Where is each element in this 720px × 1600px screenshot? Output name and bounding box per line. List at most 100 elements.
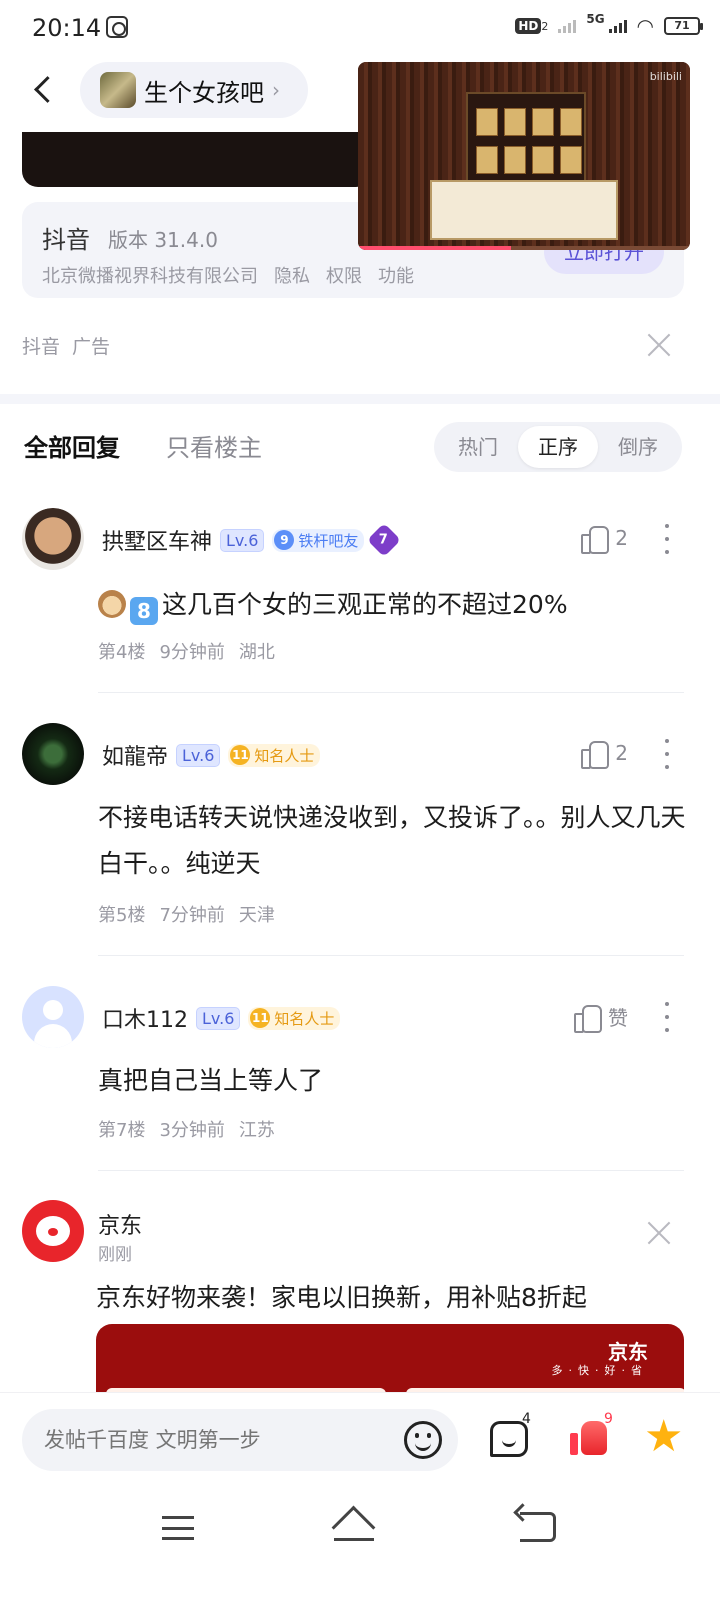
- keycap-eight-icon: 8: [130, 597, 158, 625]
- screen-record-icon: [106, 16, 128, 38]
- video-watermark: bilibili: [649, 70, 682, 83]
- chevron-right-icon: ›: [272, 78, 280, 102]
- ip-location: 湖北: [238, 642, 275, 663]
- ad-banner-image[interactable]: [22, 132, 372, 187]
- comment-text: 不接电话转天说快递没收到，又投诉了。。别人又几天白干。。纯逆天: [98, 803, 686, 878]
- comment-header: 口木112 Lv.6 11 知名人士: [102, 1002, 341, 1034]
- bottom-action-bar: 4 9 ★: [0, 1392, 720, 1488]
- signal-2-icon: [608, 19, 627, 33]
- jd-logo: 京东: [608, 1340, 648, 1364]
- title-badge-level: 11: [250, 1008, 271, 1028]
- tab-only-op[interactable]: 只看楼主: [166, 428, 262, 463]
- user-name[interactable]: 口木112: [102, 1002, 188, 1034]
- reply-input[interactable]: [22, 1409, 458, 1471]
- ip-location: 江苏: [238, 1120, 275, 1141]
- status-icons: HD 2 5G ◠ 71: [515, 12, 703, 38]
- honor-badge-icon: 7: [367, 523, 402, 557]
- menu-icon[interactable]: [162, 1516, 194, 1540]
- comment-divider: [98, 1170, 684, 1171]
- signal-1-icon: [558, 19, 577, 33]
- video-card-tray: [430, 180, 618, 240]
- title-badge: 11 知名人士: [248, 1006, 341, 1030]
- like-label: 赞: [608, 1006, 628, 1030]
- comment-count: 4: [522, 1411, 531, 1427]
- emoji-icon[interactable]: [404, 1421, 442, 1459]
- jd-ad-close-icon[interactable]: [646, 1220, 672, 1246]
- comment-text: 8 这几百个女的三观正常的不超过20%: [98, 582, 688, 628]
- system-navigation-bar: [0, 1488, 720, 1600]
- more-icon[interactable]: [664, 524, 670, 554]
- thumb-up-icon: [581, 524, 610, 554]
- dog-emoji-icon: [98, 590, 126, 618]
- post-time: 9分钟前: [159, 642, 225, 663]
- like-count: 2: [615, 741, 628, 765]
- jd-slogan: 多·快·好·省: [551, 1364, 648, 1377]
- back-icon[interactable]: [30, 70, 58, 110]
- floating-video-player[interactable]: bilibili: [358, 62, 690, 250]
- title-badge-label: 铁杆吧友: [298, 531, 359, 550]
- ad-privacy-link[interactable]: 隐私: [274, 262, 310, 288]
- floor-number: 第7楼: [98, 1120, 146, 1141]
- title-badge-level: 9: [274, 530, 295, 550]
- ad-image[interactable]: 京东 多·快·好·省: [96, 1324, 684, 1394]
- star-icon[interactable]: ★: [644, 1415, 683, 1459]
- forum-link[interactable]: 生个女孩吧 ›: [80, 62, 308, 118]
- avatar[interactable]: [22, 508, 84, 570]
- ad-source: 抖音: [22, 336, 61, 358]
- avatar[interactable]: [22, 723, 84, 785]
- ad-text: 京东好物来袭！家电以旧换新，用补贴8折起: [96, 1283, 587, 1312]
- title-badge: 11 知名人士: [228, 743, 321, 767]
- like-count: 9: [604, 1411, 613, 1427]
- sort-ascending[interactable]: 正序: [518, 426, 598, 468]
- avatar[interactable]: [22, 986, 84, 1048]
- tab-all-replies[interactable]: 全部回复: [24, 428, 120, 463]
- ad-close-icon[interactable]: [646, 332, 672, 358]
- comment-meta: 第7楼 3分钟前 江苏: [98, 1116, 275, 1142]
- battery-icon: 71: [664, 17, 703, 35]
- status-time: 20:14: [32, 14, 102, 42]
- sort-toggle: 热门 正序 倒序: [434, 422, 682, 472]
- ad-feature-link[interactable]: 功能: [378, 262, 414, 288]
- ip-location: 天津: [238, 905, 275, 926]
- level-badge: Lv.6: [196, 1006, 241, 1030]
- section-divider: [0, 394, 720, 404]
- post-time: 7分钟前: [159, 905, 225, 926]
- reply-tabs: 全部回复 只看楼主 热门 正序 倒序: [0, 404, 720, 482]
- wifi-icon: ◠: [636, 14, 654, 38]
- thumb-up-icon: [581, 739, 610, 769]
- like-button[interactable]: 2: [581, 524, 628, 554]
- comment-meta: 第5楼 7分钟前 天津: [98, 901, 275, 927]
- sort-descending[interactable]: 倒序: [598, 426, 678, 468]
- status-bar: 20:14 HD 2 5G ◠ 71: [0, 0, 720, 56]
- like-button[interactable]: 2: [581, 739, 628, 769]
- ad-app-name: 抖音: [42, 226, 90, 254]
- ad-company: 北京微播视界科技有限公司: [42, 266, 258, 287]
- post-time: 3分钟前: [159, 1120, 225, 1141]
- comment-text: 真把自己当上等人了: [98, 1066, 324, 1095]
- back-nav-icon[interactable]: [520, 1512, 556, 1542]
- like-button[interactable]: 赞: [574, 1002, 628, 1033]
- jd-avatar[interactable]: [22, 1200, 84, 1262]
- title-badge-level: 11: [230, 745, 251, 765]
- user-name[interactable]: 如龍帝: [102, 739, 168, 771]
- comment-header: 拱墅区车神 Lv.6 9 铁杆吧友 7: [102, 523, 402, 557]
- ad-permission-link[interactable]: 权限: [326, 262, 362, 288]
- title-badge-label: 知名人士: [254, 746, 315, 765]
- sort-hot[interactable]: 热门: [438, 426, 518, 468]
- hd-voice-indicator: HD 2: [515, 18, 548, 34]
- ad-app-version: 版本 31.4.0: [108, 228, 218, 252]
- comment-meta: 第4楼 9分钟前 湖北: [98, 638, 275, 664]
- advertiser-name: 京东: [98, 1214, 143, 1239]
- network-type: 5G: [586, 12, 605, 26]
- floor-number: 第5楼: [98, 905, 146, 926]
- level-badge: Lv.6: [176, 743, 221, 767]
- comment-header: 如龍帝 Lv.6 11 知名人士: [102, 739, 321, 771]
- user-name[interactable]: 拱墅区车神: [102, 524, 212, 556]
- video-progress-fill: [358, 246, 511, 250]
- more-icon[interactable]: [664, 739, 670, 769]
- ad-label: 广告: [72, 336, 111, 358]
- title-badge-label: 知名人士: [274, 1009, 335, 1028]
- more-icon[interactable]: [664, 1002, 670, 1032]
- ad-footer: 抖音 广告: [22, 332, 110, 359]
- home-icon[interactable]: [332, 1510, 376, 1542]
